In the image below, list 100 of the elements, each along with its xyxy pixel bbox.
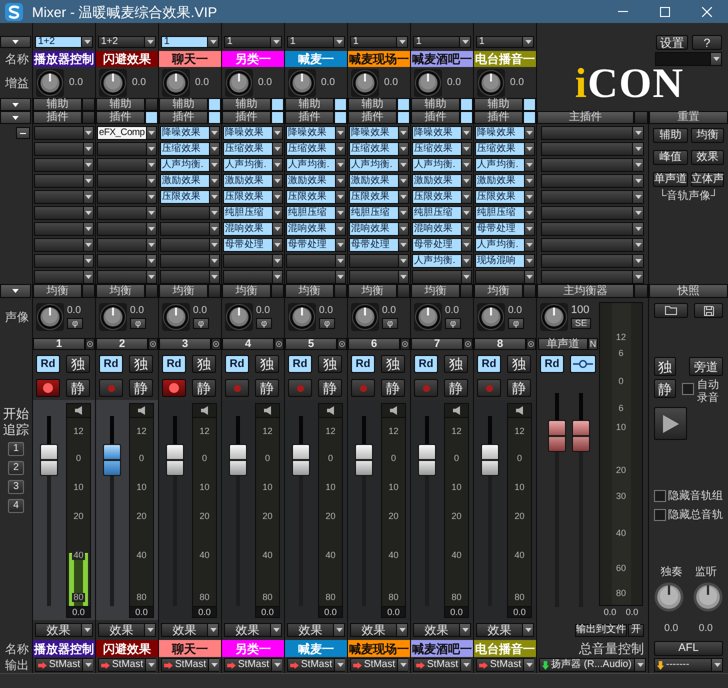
pan-knob[interactable] xyxy=(414,303,442,331)
plugin-slot[interactable]: 降噪效果 xyxy=(412,126,472,140)
reset-header[interactable]: 重置 xyxy=(649,111,728,124)
insert-header[interactable]: 插件 xyxy=(474,111,523,124)
insert-header[interactable]: 插件 xyxy=(33,111,82,124)
speaker-button[interactable] xyxy=(444,403,469,418)
solo-button[interactable]: 独 xyxy=(318,355,342,373)
plugin-slot[interactable]: 混响效果 xyxy=(412,222,472,236)
read-button[interactable]: Rd xyxy=(540,355,564,373)
input-dropdown[interactable]: 1+2 xyxy=(35,36,93,48)
plugin-slot[interactable] xyxy=(97,270,157,284)
mute-button[interactable]: 静 xyxy=(381,379,405,397)
plugin-slot[interactable]: 母带处理 xyxy=(223,238,283,252)
output-dropdown[interactable]: StMast xyxy=(350,658,408,672)
effects-dropdown[interactable]: 效果 xyxy=(98,623,156,637)
fader-thumb[interactable] xyxy=(572,420,590,452)
speaker-button[interactable] xyxy=(318,403,343,418)
read-button[interactable]: Rd xyxy=(225,355,249,373)
aux-header[interactable]: 辅助 xyxy=(96,98,145,111)
read-button[interactable]: Rd xyxy=(99,355,123,373)
settings-button[interactable]: 设置 xyxy=(656,35,688,50)
link-button[interactable] xyxy=(570,355,596,373)
aux-toggle[interactable] xyxy=(334,98,347,111)
track-button[interactable]: 3 xyxy=(8,480,24,494)
plugin-slot[interactable] xyxy=(160,206,220,220)
solo-button[interactable]: 独 xyxy=(654,357,676,376)
gain-knob[interactable] xyxy=(288,68,316,96)
plugin-slot[interactable]: 纯胆压缩 xyxy=(412,206,472,220)
monitor-button[interactable] xyxy=(85,338,95,350)
plugin-slot[interactable] xyxy=(34,174,94,188)
plugin-slot[interactable] xyxy=(541,222,644,236)
aux-toggle[interactable] xyxy=(460,98,473,111)
input-dropdown[interactable]: 1 xyxy=(224,36,282,48)
panel-button[interactable]: 辅助 xyxy=(653,128,688,143)
aux-toggle[interactable] xyxy=(523,98,536,111)
panel-button[interactable]: 峰值 xyxy=(653,150,688,165)
fader-thumb[interactable] xyxy=(229,444,247,476)
eq-header[interactable]: 均衡 xyxy=(159,284,208,298)
plugin-slot[interactable]: 混响效果 xyxy=(223,222,283,236)
plugin-slot[interactable]: 人声均衡. xyxy=(475,158,535,172)
plugin-slot[interactable] xyxy=(97,174,157,188)
effects-dropdown[interactable]: 效果 xyxy=(350,623,408,637)
plugin-slot[interactable] xyxy=(541,270,644,284)
plugin-slot[interactable]: 压缩效果 xyxy=(160,142,220,156)
insert-toggle[interactable] xyxy=(523,111,536,124)
input-dropdown[interactable]: 1+2 xyxy=(98,36,156,48)
pan-knob[interactable] xyxy=(99,303,127,331)
aux-header[interactable]: 辅助 xyxy=(474,98,523,111)
plugin-slot[interactable] xyxy=(541,158,644,172)
plugin-slot[interactable] xyxy=(97,254,157,268)
insert-toggle[interactable] xyxy=(145,111,158,124)
insert-header[interactable]: 插件 xyxy=(222,111,271,124)
collapse-button[interactable] xyxy=(16,127,30,139)
insert-header[interactable]: 插件 xyxy=(348,111,397,124)
plugin-slot[interactable]: 纯胆压缩 xyxy=(475,206,535,220)
phase-button[interactable]: φ xyxy=(130,318,146,329)
master-eq-header[interactable]: 主均衡器 xyxy=(537,284,634,298)
eq-header[interactable]: 均衡 xyxy=(33,284,82,298)
output-dropdown[interactable]: StMast xyxy=(476,658,534,672)
plugin-slot[interactable]: 压限效果 xyxy=(286,190,346,204)
plugin-slot[interactable] xyxy=(160,254,220,268)
plugin-slot[interactable] xyxy=(349,270,409,284)
afl-button[interactable]: AFL xyxy=(654,641,723,656)
aux-header[interactable]: 辅助 xyxy=(33,98,82,111)
input-dropdown[interactable]: 1 xyxy=(161,36,219,48)
master-plugin-toggle[interactable] xyxy=(634,111,648,124)
insert-header[interactable]: 插件 xyxy=(411,111,460,124)
track-button[interactable]: 4 xyxy=(8,499,24,513)
track-button[interactable]: 1 xyxy=(8,442,24,456)
plugin-slot[interactable]: 压限效果 xyxy=(349,190,409,204)
solo-button[interactable]: 独 xyxy=(381,355,405,373)
input-dropdown[interactable]: 1 xyxy=(287,36,345,48)
plugin-slot[interactable] xyxy=(97,238,157,252)
eq-header[interactable]: 均衡 xyxy=(222,284,271,298)
plugin-slot[interactable] xyxy=(541,206,644,220)
phase-button[interactable]: φ xyxy=(67,318,83,329)
monitor-level-knob[interactable] xyxy=(693,582,723,612)
monitor-button[interactable] xyxy=(526,338,536,350)
plugin-slot[interactable]: 降噪效果 xyxy=(475,126,535,140)
master-output-dropdown[interactable]: 扬声器 (R...Audio) xyxy=(539,658,646,672)
insert-toggle[interactable] xyxy=(334,111,347,124)
effects-dropdown[interactable]: 效果 xyxy=(287,623,345,637)
fader-thumb[interactable] xyxy=(355,444,373,476)
speaker-button[interactable] xyxy=(129,403,154,418)
bypass-button[interactable]: 旁道 xyxy=(689,357,723,376)
solo-level-knob[interactable] xyxy=(654,582,684,612)
solo-button[interactable]: 独 xyxy=(444,355,468,373)
gain-knob[interactable] xyxy=(99,68,127,96)
solo-button[interactable]: 独 xyxy=(507,355,531,373)
eq-header[interactable]: 均衡 xyxy=(411,284,460,298)
plugin-slot[interactable]: 混响效果 xyxy=(286,222,346,236)
plugin-slot[interactable]: 激励效果 xyxy=(223,174,283,188)
monitor-button[interactable] xyxy=(211,338,221,350)
plugin-slot[interactable] xyxy=(97,158,157,172)
speaker-button[interactable] xyxy=(255,403,280,418)
plugin-slot[interactable]: 人声均衡. xyxy=(475,238,535,252)
gain-knob[interactable] xyxy=(225,68,253,96)
master-eq-toggle[interactable] xyxy=(634,284,648,298)
eq-toggle[interactable] xyxy=(145,284,158,298)
phase-button[interactable]: φ xyxy=(319,318,335,329)
